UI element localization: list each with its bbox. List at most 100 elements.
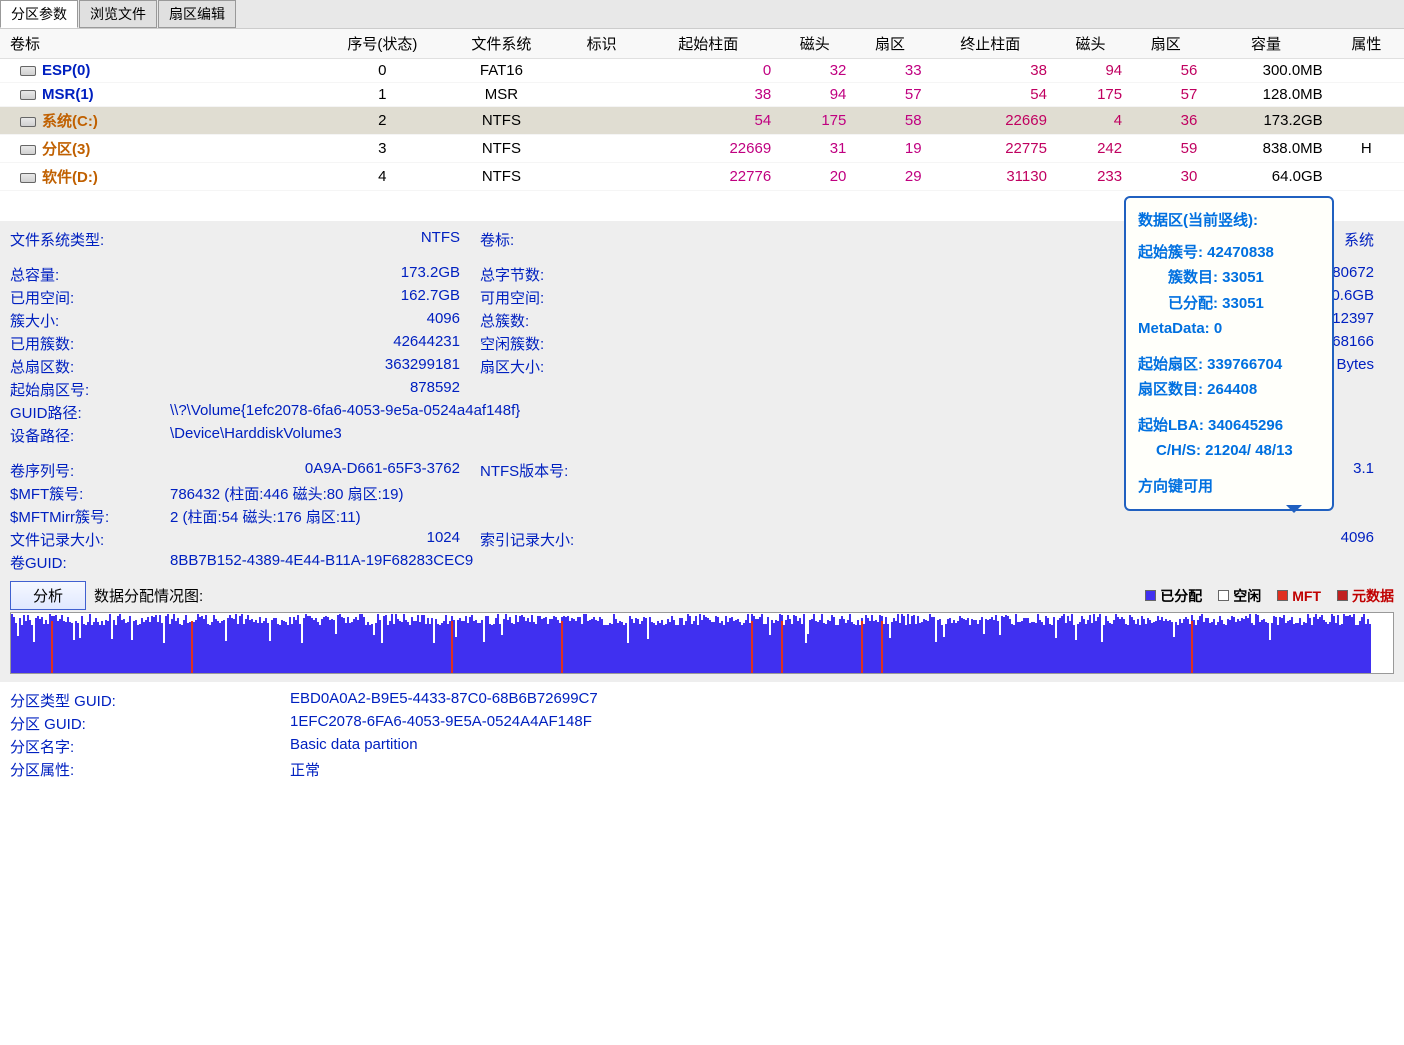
cell-sector1: 29 [852,163,927,191]
chart-legend: 已分配 空闲 MFT 元数据 [1145,586,1394,606]
tooltip-start-lba: 起始LBA: 340645296 [1138,413,1320,439]
tooltip-start-cluster: 起始簇号: 42470838 [1138,240,1320,266]
cell-fs: NTFS [439,107,564,135]
col-volume[interactable]: 卷标 [0,29,326,59]
legend-free: 空闲 [1233,586,1261,606]
cell-sector1: 58 [852,107,927,135]
tooltip-chs: C/H/S: 21204/ 48/13 [1138,438,1320,464]
tooltip-title: 数据区(当前竖线): [1138,208,1320,234]
tooltip-arrow-hint: 方向键可用 [1138,474,1320,500]
col-start-cyl[interactable]: 起始柱面 [639,29,777,59]
tab-bar: 分区参数 浏览文件 扇区编辑 [0,0,1404,29]
partition-name: MSR(1) [42,86,94,103]
col-sector1[interactable]: 扇区 [852,29,927,59]
fs-type-value: NTFS [170,229,480,250]
tab-sector-edit[interactable]: 扇区编辑 [158,0,236,28]
disk-icon [20,66,36,76]
cell-end-cyl: 31130 [928,163,1053,191]
disk-icon [20,145,36,155]
table-header-row: 卷标 序号(状态) 文件系统 标识 起始柱面 磁头 扇区 终止柱面 磁头 扇区 … [0,29,1404,59]
part-type-guid-label: 分区类型 GUID: [10,690,290,711]
total-sectors-value: 363299181 [170,356,480,377]
partition-guid-panel: 分区类型 GUID: EBD0A0A2-B9E5-4433-87C0-68B6B… [0,682,1404,788]
free-clusters-label: 空闲簇数: [480,333,620,354]
cell-fs: FAT16 [439,59,564,83]
used-space-value: 162.7GB [170,287,480,308]
col-end-cyl[interactable]: 终止柱面 [928,29,1053,59]
file-record-size-label: 文件记录大小: [10,529,170,550]
cell-capacity: 64.0GB [1203,163,1328,191]
cell-sector1: 33 [852,59,927,83]
total-capacity-value: 173.2GB [170,264,480,285]
col-attr[interactable]: 属性 [1329,29,1404,59]
cell-attr [1329,59,1404,83]
col-seq[interactable]: 序号(状态) [326,29,439,59]
col-capacity[interactable]: 容量 [1203,29,1328,59]
cell-attr [1329,163,1404,191]
cell-sector1: 57 [852,83,927,107]
tooltip-sector-count: 扇区数目: 264408 [1138,377,1320,403]
cell-flag [564,135,639,163]
fs-type-label: 文件系统类型: [10,229,170,250]
cell-sector1: 19 [852,135,927,163]
cluster-size-value: 4096 [170,310,480,331]
tab-partition-params[interactable]: 分区参数 [0,0,78,28]
col-fs[interactable]: 文件系统 [439,29,564,59]
cell-flag [564,59,639,83]
table-row[interactable]: 软件(D:)4NTFS227762029311302333064.0GB [0,163,1404,191]
sector-size-label: 扇区大小: [480,356,620,377]
start-sector-label: 起始扇区号: [10,379,170,400]
part-attr-label: 分区属性: [10,759,290,780]
table-row[interactable]: ESP(0)0FAT1603233389456300.0MB [0,59,1404,83]
analyze-button[interactable]: 分析 [10,581,86,610]
disk-icon [20,173,36,183]
cell-attr [1329,107,1404,135]
cell-start-cyl: 0 [639,59,777,83]
vol-guid-value: 8BB7B152-4389-4E44-B11A-19F68283CEC9 [170,552,1394,573]
col-sector2[interactable]: 扇区 [1128,29,1203,59]
legend-allocated: 已分配 [1160,586,1202,606]
guid-path-label: GUID路径: [10,402,170,423]
table-row[interactable]: MSR(1)1MSR3894575417557128.0MB [0,83,1404,107]
chart-tooltip: 数据区(当前竖线): 起始簇号: 42470838 簇数目: 33051 已分配… [1124,196,1334,511]
cell-fs: NTFS [439,135,564,163]
col-flag[interactable]: 标识 [564,29,639,59]
device-path-label: 设备路径: [10,425,170,446]
part-type-guid-value: EBD0A0A2-B9E5-4433-87C0-68B6B72699C7 [290,690,1394,711]
cell-attr [1329,83,1404,107]
cell-head2: 94 [1053,59,1128,83]
used-clusters-label: 已用簇数: [10,333,170,354]
partition-name: 系统(C:) [42,113,98,130]
col-head1[interactable]: 磁头 [777,29,852,59]
allocation-chart[interactable] [10,612,1394,674]
disk-icon [20,117,36,127]
tab-browse-files[interactable]: 浏览文件 [79,0,157,28]
cell-sector2: 57 [1128,83,1203,107]
vol-serial-value: 0A9A-D661-65F3-3762 [170,460,480,481]
cell-sector2: 30 [1128,163,1203,191]
cell-end-cyl: 54 [928,83,1053,107]
cell-head2: 233 [1053,163,1128,191]
legend-metadata: 元数据 [1352,586,1394,606]
cell-head1: 20 [777,163,852,191]
partition-info-panel: 文件系统类型: NTFS 卷标: 系统 总容量: 173.2GB 总字节数: 1… [0,221,1404,682]
part-attr-value: 正常 [290,759,1394,780]
cluster-size-label: 簇大小: [10,310,170,331]
start-sector-value: 878592 [170,379,480,400]
cell-seq: 1 [326,83,439,107]
cell-capacity: 128.0MB [1203,83,1328,107]
cell-start-cyl: 38 [639,83,777,107]
tooltip-cluster-count: 簇数目: 33051 [1138,265,1320,291]
cell-sector2: 59 [1128,135,1203,163]
cell-head1: 31 [777,135,852,163]
table-row[interactable]: 系统(C:)2NTFS541755822669436173.2GB [0,107,1404,135]
cell-fs: MSR [439,83,564,107]
file-record-size-value: 1024 [170,529,480,550]
table-row[interactable]: 分区(3)3NTFS2266931192277524259838.0MBH [0,135,1404,163]
cell-head1: 175 [777,107,852,135]
cell-head2: 242 [1053,135,1128,163]
tooltip-metadata: MetaData: 0 [1138,316,1320,342]
part-guid-value: 1EFC2078-6FA6-4053-9E5A-0524A4AF148F [290,713,1394,734]
col-head2[interactable]: 磁头 [1053,29,1128,59]
index-record-size-label: 索引记录大小: [480,529,620,550]
